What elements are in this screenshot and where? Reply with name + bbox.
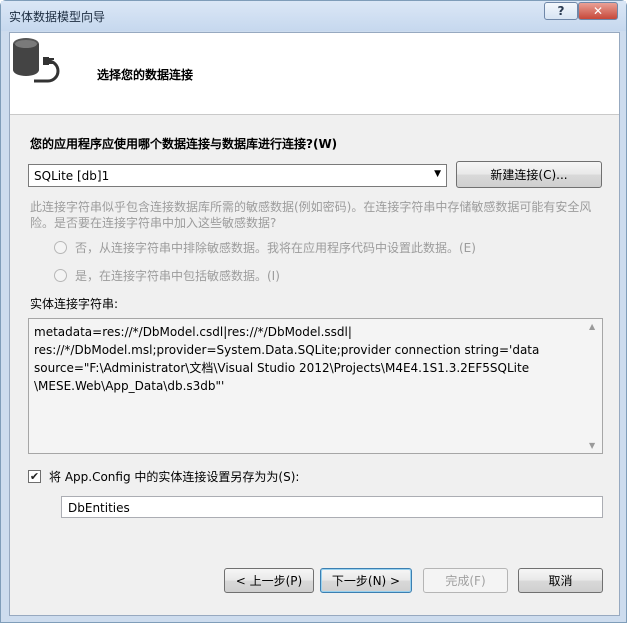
radio-exclude-sensitive[interactable]: 否，从连接字符串中排除敏感数据。我将在应用程序代码中设置此数据。(E): [54, 239, 476, 256]
entity-connection-textbox[interactable]: metadata=res://*/DbModel.csdl|res://*/Db…: [28, 318, 603, 454]
next-button[interactable]: 下一步(N) >: [320, 568, 412, 593]
vertical-scrollbar[interactable]: ▲ ▼: [585, 319, 602, 453]
radio-include-sensitive[interactable]: 是，在连接字符串中包括敏感数据。(I): [54, 267, 280, 284]
save-config-checkbox[interactable]: ✔: [28, 470, 41, 483]
window-title: 实体数据模型向导: [9, 10, 106, 24]
scroll-down-icon[interactable]: ▼: [589, 441, 595, 450]
radio-button[interactable]: [54, 269, 67, 282]
connection-line: source="F:\Administrator\文档\Visual Studi…: [34, 361, 530, 375]
save-setting-row[interactable]: ✔ 将 App.Config 中的实体连接设置另存为为(S):: [28, 468, 299, 485]
cancel-button[interactable]: 取消: [518, 568, 603, 593]
close-button[interactable]: ✕: [578, 2, 618, 20]
wizard-window: 实体数据模型向导 ? ✕ 选择您的数据连接 您的应用程序应使用哪个数据连接与数据…: [0, 0, 627, 623]
connection-line: res://*/DbModel.msl;provider=System.Data…: [34, 343, 540, 357]
radio-include-label: 是，在连接字符串中包括敏感数据。(I): [75, 269, 280, 283]
entity-connection-label: 实体连接字符串:: [30, 297, 119, 311]
scroll-up-icon[interactable]: ▲: [589, 322, 595, 331]
finish-button[interactable]: 完成(F): [423, 568, 508, 593]
title-bar[interactable]: 实体数据模型向导 ? ✕: [1, 1, 626, 31]
new-connection-button[interactable]: 新建连接(C)...: [456, 161, 602, 188]
connection-question-label: 您的应用程序应使用哪个数据连接与数据库进行连接?(W): [30, 137, 338, 151]
database-plug-icon: [13, 38, 60, 83]
entity-connection-text: metadata=res://*/DbModel.csdl|res://*/Db…: [34, 323, 582, 395]
connection-select[interactable]: SQLite [db]1 ▼: [28, 164, 447, 187]
entity-name-value: DbEntities: [68, 501, 130, 515]
chevron-down-icon[interactable]: ▼: [434, 169, 441, 179]
back-button[interactable]: < 上一步(P): [224, 568, 314, 593]
connection-select-value: SQLite [db]1: [34, 169, 110, 183]
entity-name-input[interactable]: DbEntities: [61, 496, 603, 518]
connection-line: \MESE.Web\App_Data\db.s3db"': [34, 379, 225, 393]
radio-exclude-label: 否，从连接字符串中排除敏感数据。我将在应用程序代码中设置此数据。(E): [75, 241, 476, 255]
save-config-label: 将 App.Config 中的实体连接设置另存为为(S):: [49, 470, 300, 484]
page-title: 选择您的数据连接: [97, 68, 194, 82]
wizard-header: 选择您的数据连接: [10, 33, 619, 115]
radio-button[interactable]: [54, 241, 67, 254]
connection-line: metadata=res://*/DbModel.csdl|res://*/Db…: [34, 325, 352, 339]
help-button[interactable]: ?: [544, 2, 578, 20]
wizard-client-area: 选择您的数据连接 您的应用程序应使用哪个数据连接与数据库进行连接?(W) SQL…: [9, 32, 620, 616]
sensitive-data-hint: 此连接字符串似乎包含连接数据库所需的敏感数据(例如密码)。在连接字符串中存储敏感…: [30, 200, 592, 230]
